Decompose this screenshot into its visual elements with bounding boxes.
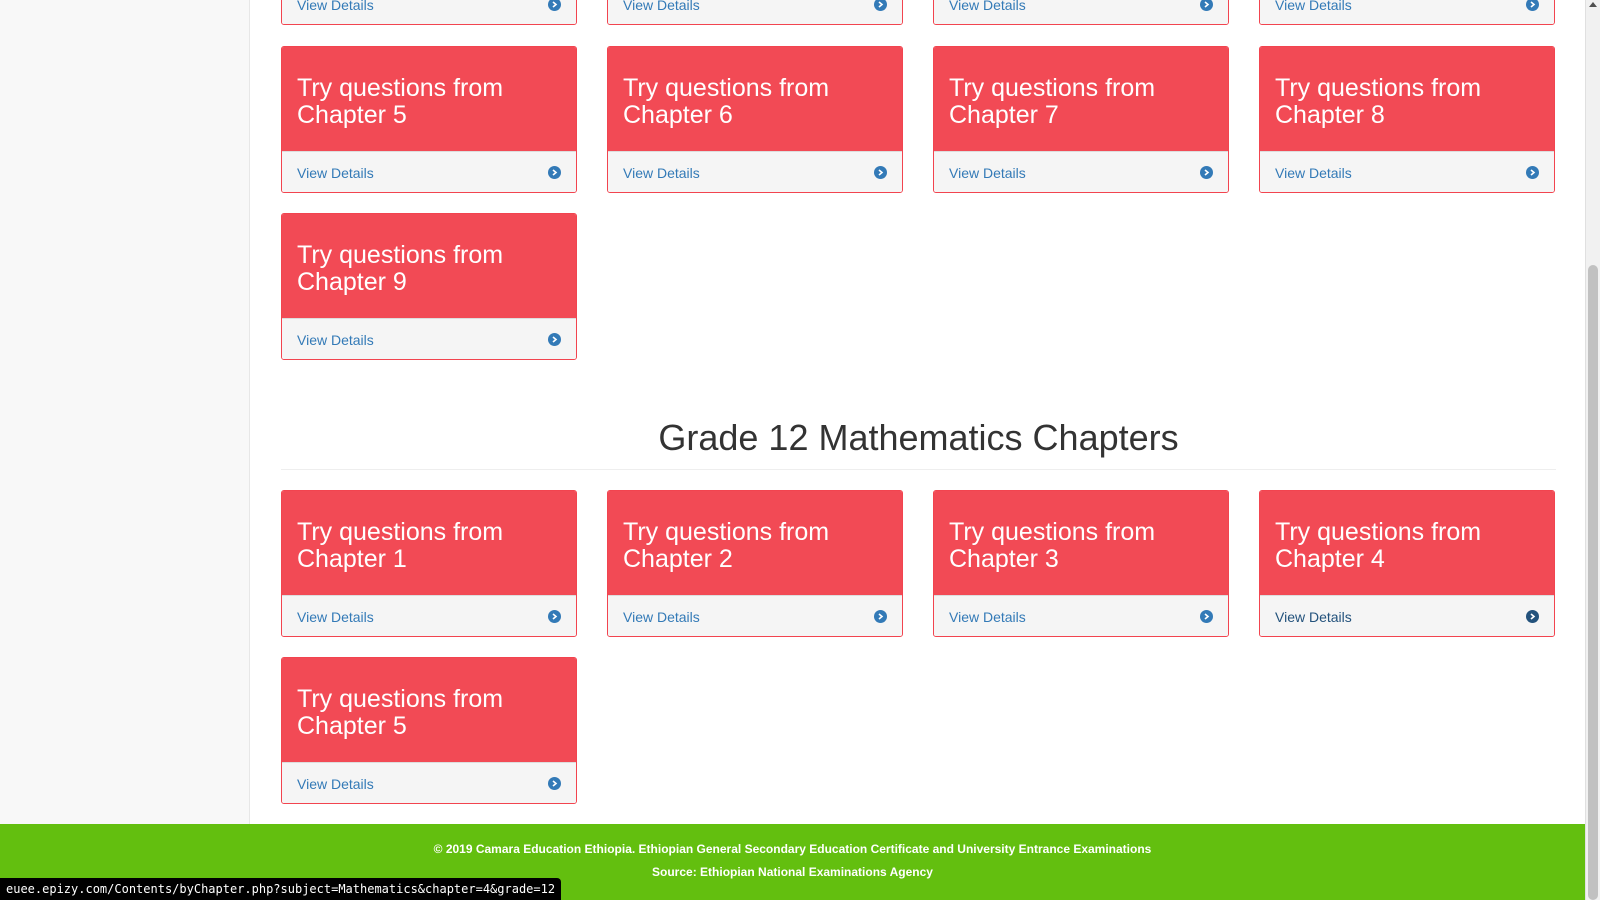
view-details-label: View Details: [297, 164, 374, 181]
footer-copyright: © 2019 Camara Education Ethiopia. Ethiop…: [433, 842, 1152, 856]
view-details-link[interactable]: View Details: [608, 595, 902, 636]
card-title: Try questions from Chapter 4: [1260, 491, 1554, 595]
chapter-card: Try questions from Chapter 6 View Detail…: [607, 46, 903, 193]
circle-arrow-right-icon: [1526, 610, 1539, 623]
circle-arrow-right-icon: [1200, 166, 1213, 179]
card-title: Try questions from Chapter 5: [282, 658, 576, 762]
circle-arrow-right-icon: [1200, 0, 1213, 11]
view-details-label: View Details: [949, 164, 1026, 181]
left-sidebar: [0, 0, 250, 824]
view-details-link[interactable]: View Details: [1260, 595, 1554, 636]
circle-arrow-right-icon: [874, 166, 887, 179]
chapter-card: Try questions from Chapter 7 View Detail…: [933, 46, 1229, 193]
view-details-link[interactable]: View Details: [934, 595, 1228, 636]
scroll-up-arrow-icon[interactable]: [1589, 2, 1597, 7]
circle-arrow-right-icon: [548, 333, 561, 346]
section-heading: Grade 12 Mathematics Chapters: [658, 417, 1179, 458]
view-details-label: View Details: [1275, 608, 1352, 625]
chapter-card: Try questions from Chapter 9 View Detail…: [281, 213, 577, 360]
view-details-label: View Details: [297, 331, 374, 348]
circle-arrow-right-icon: [1200, 610, 1213, 623]
card-title: Try questions from Chapter 7: [934, 47, 1228, 151]
chapter-card: Try questions from Chapter 1 View Detail…: [281, 490, 577, 637]
view-details-link[interactable]: View Details: [1260, 0, 1554, 24]
circle-arrow-right-icon: [548, 777, 561, 790]
view-details-link[interactable]: View Details: [608, 151, 902, 192]
view-details-link[interactable]: View Details: [282, 318, 576, 359]
circle-arrow-right-icon: [1526, 166, 1539, 179]
circle-arrow-right-icon: [548, 610, 561, 623]
view-details-label: View Details: [297, 0, 374, 13]
view-details-link[interactable]: View Details: [608, 0, 902, 24]
chapter-card: View Details: [607, 0, 903, 25]
view-details-label: View Details: [949, 0, 1026, 13]
chapter-card: View Details: [281, 0, 577, 25]
chapter-card: Try questions from Chapter 4 View Detail…: [1259, 490, 1555, 637]
circle-arrow-right-icon: [874, 0, 887, 11]
card-title: Try questions from Chapter 3: [934, 491, 1228, 595]
view-details-link[interactable]: View Details: [282, 762, 576, 803]
card-title: Try questions from Chapter 1: [282, 491, 576, 595]
view-details-link[interactable]: View Details: [282, 0, 576, 24]
view-details-label: View Details: [1275, 0, 1352, 13]
view-details-label: View Details: [1275, 164, 1352, 181]
view-details-label: View Details: [623, 0, 700, 13]
chapter-card: Try questions from Chapter 5 View Detail…: [281, 657, 577, 804]
card-title: Try questions from Chapter 8: [1260, 47, 1554, 151]
view-details-link[interactable]: View Details: [934, 0, 1228, 24]
circle-arrow-right-icon: [874, 610, 887, 623]
view-details-link[interactable]: View Details: [282, 595, 576, 636]
circle-arrow-right-icon: [548, 166, 561, 179]
card-title: Try questions from Chapter 6: [608, 47, 902, 151]
view-details-link[interactable]: View Details: [934, 151, 1228, 192]
view-details-link[interactable]: View Details: [282, 151, 576, 192]
chapter-card: Try questions from Chapter 2 View Detail…: [607, 490, 903, 637]
vertical-scrollbar[interactable]: [1585, 0, 1600, 900]
scrollbar-thumb[interactable]: [1588, 265, 1598, 900]
chapter-card: Try questions from Chapter 8 View Detail…: [1259, 46, 1555, 193]
view-details-link[interactable]: View Details: [1260, 151, 1554, 192]
chapter-card: View Details: [1259, 0, 1555, 25]
chapter-card: Try questions from Chapter 5 View Detail…: [281, 46, 577, 193]
footer-source: Source: Ethiopian National Examinations …: [652, 865, 933, 879]
view-details-label: View Details: [297, 775, 374, 792]
circle-arrow-right-icon: [548, 0, 561, 11]
card-title: Try questions from Chapter 2: [608, 491, 902, 595]
card-title: Try questions from Chapter 9: [282, 214, 576, 318]
view-details-label: View Details: [623, 164, 700, 181]
section-divider: [281, 469, 1556, 470]
view-details-label: View Details: [623, 608, 700, 625]
chapter-card: Try questions from Chapter 3 View Detail…: [933, 490, 1229, 637]
circle-arrow-right-icon: [1526, 0, 1539, 11]
view-details-label: View Details: [949, 608, 1026, 625]
view-details-label: View Details: [297, 608, 374, 625]
browser-status-url: euee.epizy.com/Contents/byChapter.php?su…: [0, 878, 562, 900]
chapter-card: View Details: [933, 0, 1229, 25]
card-title: Try questions from Chapter 5: [282, 47, 576, 151]
